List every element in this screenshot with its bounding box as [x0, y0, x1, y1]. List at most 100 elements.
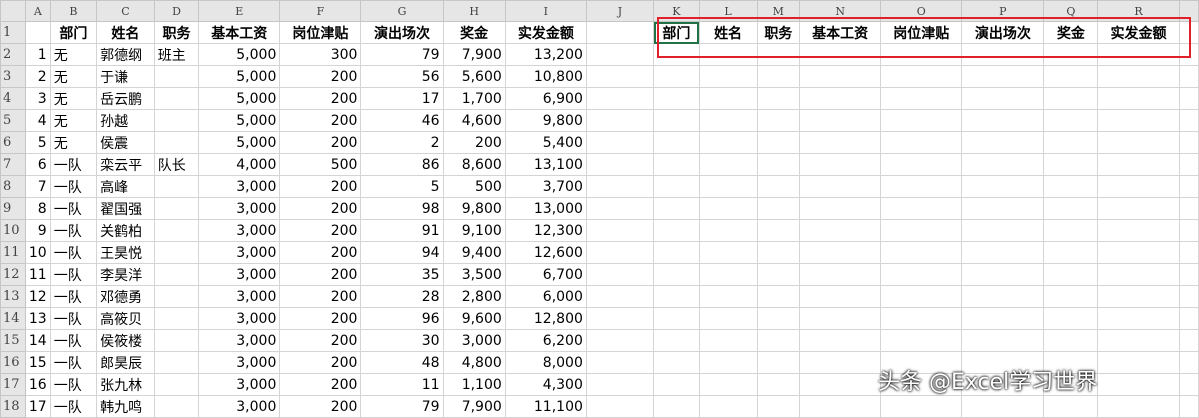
cell[interactable]: 3,000	[198, 307, 281, 330]
cell[interactable]: 30	[360, 329, 444, 352]
cell[interactable]: 6	[24, 153, 51, 176]
cell[interactable]	[799, 307, 882, 330]
cell[interactable]	[756, 263, 801, 286]
cell[interactable]	[756, 373, 801, 396]
cell[interactable]	[1178, 373, 1199, 396]
cell[interactable]	[1178, 21, 1199, 44]
column-header[interactable]: G	[360, 0, 444, 22]
cell[interactable]: 200	[279, 87, 362, 110]
cell[interactable]	[153, 87, 200, 110]
cell[interactable]	[653, 307, 700, 330]
cell[interactable]: 91	[360, 219, 444, 242]
cell[interactable]	[1178, 329, 1199, 352]
column-header[interactable]: F	[279, 0, 362, 22]
cell[interactable]	[153, 307, 200, 330]
column-header[interactable]: H	[442, 0, 506, 22]
cell[interactable]	[880, 285, 963, 308]
cell[interactable]	[1178, 285, 1199, 308]
cell[interactable]: 12,600	[504, 241, 587, 264]
cell[interactable]	[585, 153, 655, 176]
cell[interactable]: 300	[279, 43, 362, 66]
cell[interactable]	[1178, 43, 1199, 66]
cell[interactable]	[880, 197, 963, 220]
cell[interactable]	[880, 241, 963, 264]
cell[interactable]	[1178, 87, 1199, 110]
cell[interactable]	[1178, 241, 1199, 264]
row-header[interactable]: 6	[0, 131, 26, 154]
cell[interactable]	[799, 175, 882, 198]
cell[interactable]	[1097, 285, 1180, 308]
cell[interactable]	[153, 373, 200, 396]
cell[interactable]: 于谦	[96, 65, 155, 88]
cell[interactable]	[585, 197, 655, 220]
cell[interactable]: 200	[279, 131, 362, 154]
cell[interactable]	[1043, 109, 1099, 132]
cell[interactable]	[1097, 197, 1180, 220]
cell[interactable]	[24, 21, 51, 44]
cell[interactable]	[961, 307, 1045, 330]
column-header[interactable]: J	[585, 0, 655, 22]
cell[interactable]	[153, 241, 200, 264]
cell[interactable]: 高筱贝	[96, 307, 155, 330]
cell[interactable]	[698, 263, 758, 286]
cell[interactable]: 5,000	[198, 65, 281, 88]
row-header[interactable]: 1	[0, 21, 26, 44]
cell[interactable]	[1178, 109, 1199, 132]
cell[interactable]	[880, 263, 963, 286]
cell[interactable]: 13,100	[504, 153, 587, 176]
cell[interactable]: 12	[24, 285, 51, 308]
cell[interactable]	[585, 21, 655, 44]
row-header[interactable]: 9	[0, 197, 26, 220]
cell[interactable]	[653, 351, 700, 374]
cell[interactable]	[756, 131, 801, 154]
column-header[interactable]: D	[153, 0, 200, 22]
cell[interactable]	[1097, 351, 1180, 374]
cell[interactable]	[153, 175, 200, 198]
cell[interactable]	[585, 329, 655, 352]
cell[interactable]: 4,000	[198, 153, 281, 176]
cell[interactable]	[756, 87, 801, 110]
cell[interactable]	[153, 131, 200, 154]
cell[interactable]	[698, 153, 758, 176]
cell[interactable]: 9,800	[442, 197, 506, 220]
cell[interactable]	[1178, 65, 1199, 88]
cell[interactable]: 98	[360, 197, 444, 220]
column-header[interactable]: M	[756, 0, 801, 22]
column-header[interactable]: P	[961, 0, 1045, 22]
cell[interactable]	[1178, 197, 1199, 220]
cell[interactable]: 2	[24, 65, 51, 88]
cell[interactable]	[698, 131, 758, 154]
cell[interactable]: 一队	[49, 153, 98, 176]
cell[interactable]: 9,800	[504, 109, 587, 132]
cell[interactable]	[1097, 395, 1180, 418]
column-header[interactable]: B	[49, 0, 98, 22]
cell[interactable]: 9,400	[442, 241, 506, 264]
cell[interactable]	[585, 87, 655, 110]
cell[interactable]: 5,400	[504, 131, 587, 154]
cell[interactable]	[880, 329, 963, 352]
cell[interactable]	[1043, 131, 1099, 154]
header-cell[interactable]: 部门	[49, 21, 98, 44]
cell[interactable]	[1097, 175, 1180, 198]
cell[interactable]: 9	[24, 219, 51, 242]
cell[interactable]: 5	[24, 131, 51, 154]
cell[interactable]	[585, 395, 655, 418]
cell[interactable]	[698, 307, 758, 330]
spreadsheet-grid[interactable]: A B C D E F G H I J K L M N O P Q R 1 部门 姓名 职务 基本工资 岗位津贴 演出场次 奖金实…	[0, 0, 1199, 418]
cell[interactable]	[756, 65, 801, 88]
cell[interactable]	[153, 351, 200, 374]
cell[interactable]: 86	[360, 153, 444, 176]
cell[interactable]	[653, 373, 700, 396]
cell[interactable]: 6,200	[504, 329, 587, 352]
cell[interactable]	[799, 65, 882, 88]
row-header[interactable]: 18	[0, 395, 26, 418]
cell[interactable]	[653, 43, 700, 66]
cell[interactable]: 2,800	[442, 285, 506, 308]
cell[interactable]	[1178, 153, 1199, 176]
cell[interactable]: 7,900	[442, 43, 506, 66]
cell[interactable]: 4,800	[442, 351, 506, 374]
cell[interactable]	[756, 285, 801, 308]
cell[interactable]: 一队	[49, 285, 98, 308]
cell[interactable]	[756, 43, 801, 66]
cell[interactable]	[153, 219, 200, 242]
